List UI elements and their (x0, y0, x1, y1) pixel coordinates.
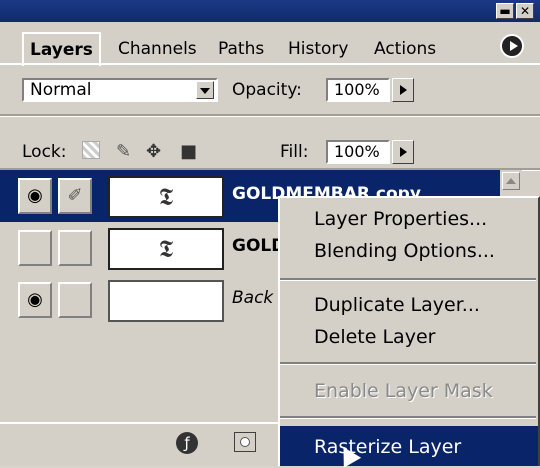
panel-menu-arrow-icon[interactable] (500, 34, 524, 58)
panel-title-bar[interactable]: ▬ ✕ (0, 0, 540, 22)
tab-layers[interactable]: Layers (22, 32, 101, 66)
fill-label: Fill: (280, 142, 309, 162)
layer-thumbnail: 𝕿 (108, 176, 224, 218)
tab-divider (0, 63, 540, 65)
menu-separator (280, 278, 536, 281)
link-toggle[interactable] (58, 230, 92, 266)
tab-paths[interactable]: Paths (218, 34, 264, 64)
visibility-toggle[interactable] (18, 230, 52, 266)
context-menu: Layer Properties... Blending Options... … (278, 196, 540, 466)
lock-label: Lock: (22, 142, 67, 162)
minimize-button[interactable]: ▬ (496, 3, 514, 19)
menu-separator (280, 416, 536, 419)
close-button[interactable]: ✕ (516, 3, 534, 19)
menu-item-layer-properties[interactable]: Layer Properties... (314, 208, 487, 230)
lock-all-icon[interactable]: ■ (180, 141, 197, 162)
lock-transparent-pixels-icon[interactable] (82, 141, 100, 159)
layers-panel: ▬ ✕ Layers Channels Paths History Action… (0, 0, 540, 468)
menu-item-delete-layer[interactable]: Delete Layer (314, 326, 435, 348)
fill-input[interactable]: 100% (326, 140, 390, 164)
eye-icon[interactable]: ◉ (18, 282, 52, 318)
menu-item-blending-options[interactable]: Blending Options... (314, 240, 495, 262)
tab-channels[interactable]: Channels (118, 34, 197, 64)
scroll-up-arrow-icon[interactable] (502, 172, 520, 190)
lock-position-icon[interactable]: ✥ (146, 141, 161, 162)
layer-name[interactable]: Back (232, 288, 273, 308)
menu-separator (280, 362, 536, 365)
chevron-down-icon[interactable] (196, 81, 214, 99)
brush-icon[interactable]: ✐ (58, 178, 92, 214)
blend-mode-select[interactable]: Normal (22, 78, 218, 102)
opacity-slider-arrow-icon[interactable] (392, 78, 414, 102)
opacity-input[interactable]: 100% (326, 78, 390, 102)
layer-thumbnail (108, 280, 224, 322)
panel-tabs: Layers Channels Paths History Actions (0, 22, 540, 66)
link-toggle[interactable] (58, 282, 92, 318)
tab-history[interactable]: History (288, 34, 348, 64)
menu-item-duplicate-layer[interactable]: Duplicate Layer... (314, 294, 480, 316)
blend-mode-value: Normal (30, 80, 92, 100)
fill-slider-arrow-icon[interactable] (392, 140, 414, 164)
tab-actions[interactable]: Actions (374, 34, 436, 64)
divider (0, 114, 540, 117)
eye-icon[interactable]: ◉ (18, 178, 52, 214)
add-mask-icon[interactable] (234, 432, 256, 452)
layer-style-icon[interactable]: ƒ (176, 432, 198, 454)
layer-thumbnail: 𝕿 (108, 228, 224, 270)
menu-item-enable-layer-mask: Enable Layer Mask (314, 380, 493, 402)
opacity-label: Opacity: (232, 80, 302, 100)
lock-image-pixels-icon[interactable]: ✎ (116, 141, 131, 162)
